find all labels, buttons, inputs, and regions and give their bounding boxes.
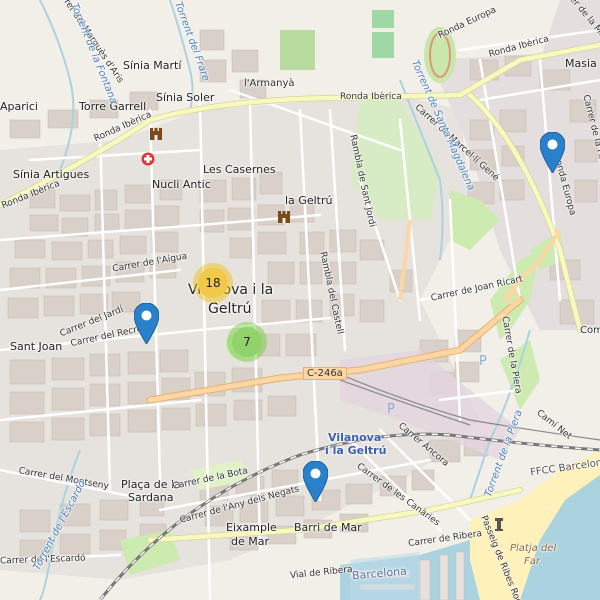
svg-text:P: P: [387, 402, 395, 415]
marker-barri-de-mar[interactable]: [302, 460, 329, 503]
map-pin-icon: [302, 460, 329, 503]
map-base-layer: [0, 0, 600, 600]
hospital-icon: [141, 151, 155, 166]
marker-cluster-18[interactable]: 18: [193, 263, 233, 303]
marker-carrer-recreo[interactable]: [133, 302, 160, 345]
map-canvas[interactable]: Vilanova i la Geltrú la Geltrú Nucli Ant…: [0, 0, 600, 600]
cluster-count-label: 7: [243, 335, 251, 349]
lighthouse-icon: [493, 516, 505, 531]
parking-icon: P: [478, 352, 490, 369]
castle-icon: [149, 126, 163, 140]
svg-text:P: P: [479, 354, 487, 367]
parking-icon: P: [386, 400, 398, 417]
marker-cluster-7[interactable]: 7: [227, 322, 267, 362]
map-pin-icon: [133, 302, 160, 345]
castle-icon: [277, 209, 291, 223]
cluster-count-18: 18: [198, 268, 228, 298]
cluster-count-7: 7: [232, 327, 262, 357]
marker-ronda-europa[interactable]: [539, 131, 566, 174]
map-pin-icon: [539, 131, 566, 174]
cluster-count-label: 18: [205, 276, 221, 290]
